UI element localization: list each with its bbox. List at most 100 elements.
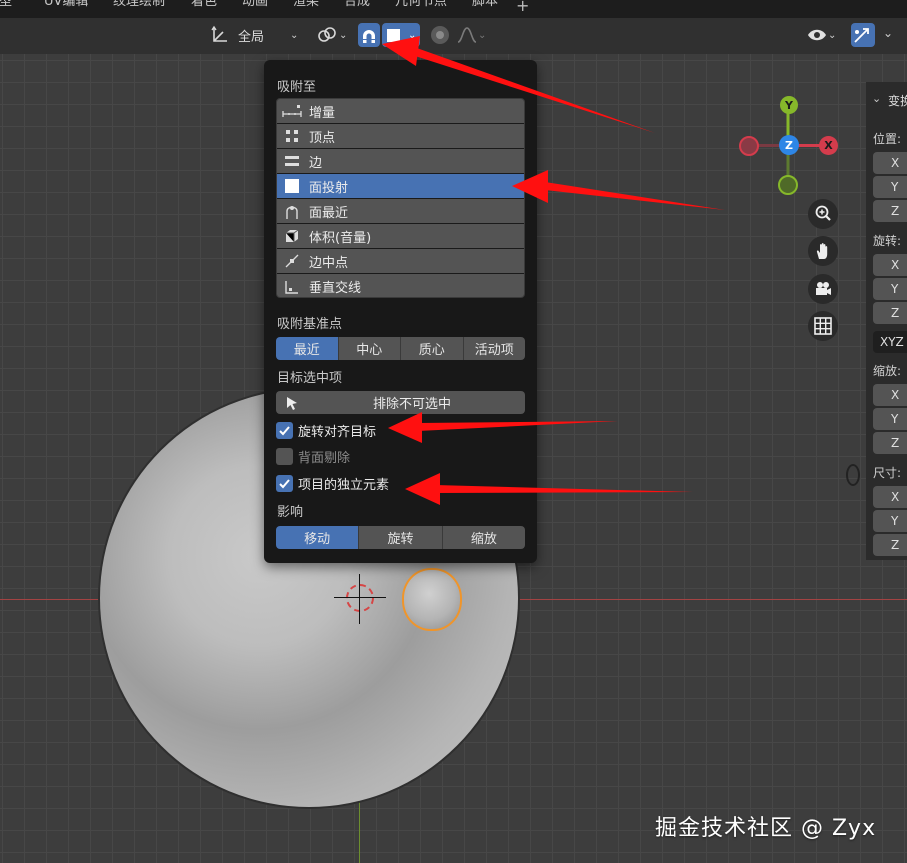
rotation-mode-dropdown[interactable]: XYZ — [873, 331, 907, 353]
camera-view-button[interactable] — [808, 274, 838, 304]
tab-animation[interactable]: 动画 — [242, 0, 268, 9]
zoom-button[interactable] — [808, 199, 838, 229]
gizmo-neg-x-ball[interactable] — [739, 136, 759, 156]
checkmark-icon — [279, 478, 290, 488]
backface-culling-checkbox[interactable] — [276, 447, 293, 465]
gizmo-y-ball[interactable]: Y — [780, 96, 798, 114]
volume-icon — [281, 226, 303, 246]
dimensions-x-field[interactable]: X — [873, 486, 907, 508]
affect-selector: 移动 旋转 缩放 — [276, 526, 525, 549]
3d-cursor[interactable] — [346, 584, 374, 612]
location-y-field[interactable]: Y — [873, 176, 907, 198]
chevron-down-icon[interactable]: ⌄ — [883, 26, 893, 40]
individual-elements-label: 项目的独立元素 — [298, 477, 390, 493]
tab-rendering[interactable]: 渲染 — [293, 0, 319, 9]
orientation-dropdown[interactable]: 全局 ⌄ — [206, 23, 304, 47]
edge-icon — [281, 151, 303, 171]
backface-culling-label: 背面剔除 — [298, 450, 351, 466]
chevron-down-icon: ⌄ — [478, 29, 487, 41]
snap-item-vertex[interactable]: 顶点 — [277, 124, 524, 149]
affect-move[interactable]: 移动 — [276, 526, 360, 549]
snap-target-dropdown[interactable]: ⌄ — [382, 23, 420, 47]
backface-culling-checkbox-row[interactable]: 背面剔除 — [276, 446, 350, 466]
snap-base-active[interactable]: 活动项 — [463, 337, 525, 360]
vertex-icon — [281, 126, 303, 146]
gizmo-x-ball[interactable]: X — [819, 136, 838, 155]
tab-modeling[interactable]: 模型 — [0, 0, 12, 9]
snap-base-closest[interactable]: 最近 — [276, 337, 339, 360]
watermark-text: 掘金技术社区 @ Zyx — [655, 816, 877, 841]
snap-base-median[interactable]: 质心 — [401, 337, 464, 360]
snap-item-edge[interactable]: 边 — [277, 149, 524, 174]
snap-base-center[interactable]: 中心 — [338, 337, 401, 360]
snap-item-volume[interactable]: 体积(音量) — [277, 224, 524, 249]
exclude-nonselectable-label: 排除不可选中 — [373, 397, 452, 412]
dimensions-label: 尺寸: — [873, 466, 902, 480]
location-x-field[interactable]: X — [873, 152, 907, 174]
rotate-align-checkbox[interactable] — [276, 421, 293, 439]
affect-title: 影响 — [277, 505, 304, 520]
tab-uv-editing[interactable]: UV编辑 — [44, 0, 88, 9]
dimensions-z-field[interactable]: Z — [873, 534, 907, 556]
transform-orientation-icon — [211, 25, 227, 42]
zoom-icon — [815, 205, 831, 221]
face-project-icon — [387, 28, 400, 42]
grid-icon — [814, 317, 832, 335]
snap-item-face-project[interactable]: 面投射 — [277, 174, 524, 199]
perpendicular-icon — [281, 277, 303, 297]
perspective-toggle-button[interactable] — [808, 311, 838, 341]
snap-to-title: 吸附至 — [277, 80, 317, 95]
individual-elements-checkbox-row[interactable]: 项目的独立元素 — [276, 473, 389, 493]
rotation-z-field[interactable]: Z — [873, 302, 907, 324]
snap-base-title: 吸附基准点 — [277, 317, 343, 332]
tab-compositing[interactable]: 合成 — [344, 0, 370, 9]
selected-object[interactable] — [402, 568, 462, 631]
pivot-link-icon — [318, 27, 336, 42]
cursor-arrow-icon — [287, 396, 297, 410]
location-z-field[interactable]: Z — [873, 200, 907, 222]
gizmo-neg-y-ball[interactable] — [778, 175, 798, 195]
individual-elements-checkbox[interactable] — [276, 474, 293, 492]
pivot-point-dropdown[interactable]: ⌄ — [312, 23, 352, 47]
gizmo-icon — [854, 28, 869, 43]
falloff-dropdown[interactable]: ⌄ — [456, 23, 492, 47]
dimensions-y-field[interactable]: Y — [873, 510, 907, 532]
exclude-nonselectable-button[interactable]: 排除不可选中 — [276, 391, 525, 414]
tab-scripting[interactable]: 脚本 — [472, 0, 498, 9]
collapse-chevron-icon[interactable]: ⌄ — [872, 92, 881, 105]
checkmark-icon — [279, 425, 290, 435]
location-label: 位置: — [873, 132, 902, 146]
pan-button[interactable] — [808, 236, 838, 266]
snap-item-increment[interactable]: 增量 — [277, 99, 524, 124]
rotation-label: 旋转: — [873, 234, 902, 248]
tab-texture-paint[interactable]: 纹理绘制 — [113, 0, 165, 9]
affect-rotate[interactable]: 旋转 — [359, 526, 443, 549]
affect-scale[interactable]: 缩放 — [442, 526, 525, 549]
scale-z-field[interactable]: Z — [873, 432, 907, 454]
scale-x-field[interactable]: X — [873, 384, 907, 406]
snap-target-list: 增量 顶点 边 面投射 面最近 体积(音量) 边中点 垂直交线 — [276, 98, 525, 298]
snap-item-edge-midpoint[interactable]: 边中点 — [277, 249, 524, 274]
snap-item-face-nearest[interactable]: 面最近 — [277, 199, 524, 224]
tab-geometry-nodes[interactable]: 几何节点 — [395, 0, 447, 9]
3d-cursor-crosshair — [334, 597, 386, 598]
rotate-cursor-icon — [846, 464, 860, 486]
transform-header[interactable]: 变换 — [888, 92, 907, 109]
tab-shading[interactable]: 着色 — [191, 0, 217, 9]
snap-toggle-button[interactable] — [358, 23, 380, 47]
snap-item-perpendicular[interactable]: 垂直交线 — [277, 274, 524, 297]
orientation-label: 全局 — [238, 29, 265, 45]
scale-y-field[interactable]: Y — [873, 408, 907, 430]
rotate-align-checkbox-row[interactable]: 旋转对齐目标 — [276, 420, 376, 440]
gizmo-z-ball[interactable]: Z — [779, 135, 799, 155]
gizmo-toggle-button[interactable] — [851, 23, 875, 47]
proportional-editing-button[interactable] — [428, 23, 454, 47]
face-project-icon — [281, 176, 303, 196]
chevron-down-icon: ⌄ — [339, 29, 348, 41]
snap-base-selector: 最近 中心 质心 活动项 — [276, 337, 525, 360]
magnet-icon — [363, 30, 375, 43]
rotation-x-field[interactable]: X — [873, 254, 907, 276]
rotation-y-field[interactable]: Y — [873, 278, 907, 300]
add-workspace-icon[interactable]: + — [516, 0, 529, 15]
visibility-dropdown[interactable]: ⌄ — [806, 23, 844, 47]
